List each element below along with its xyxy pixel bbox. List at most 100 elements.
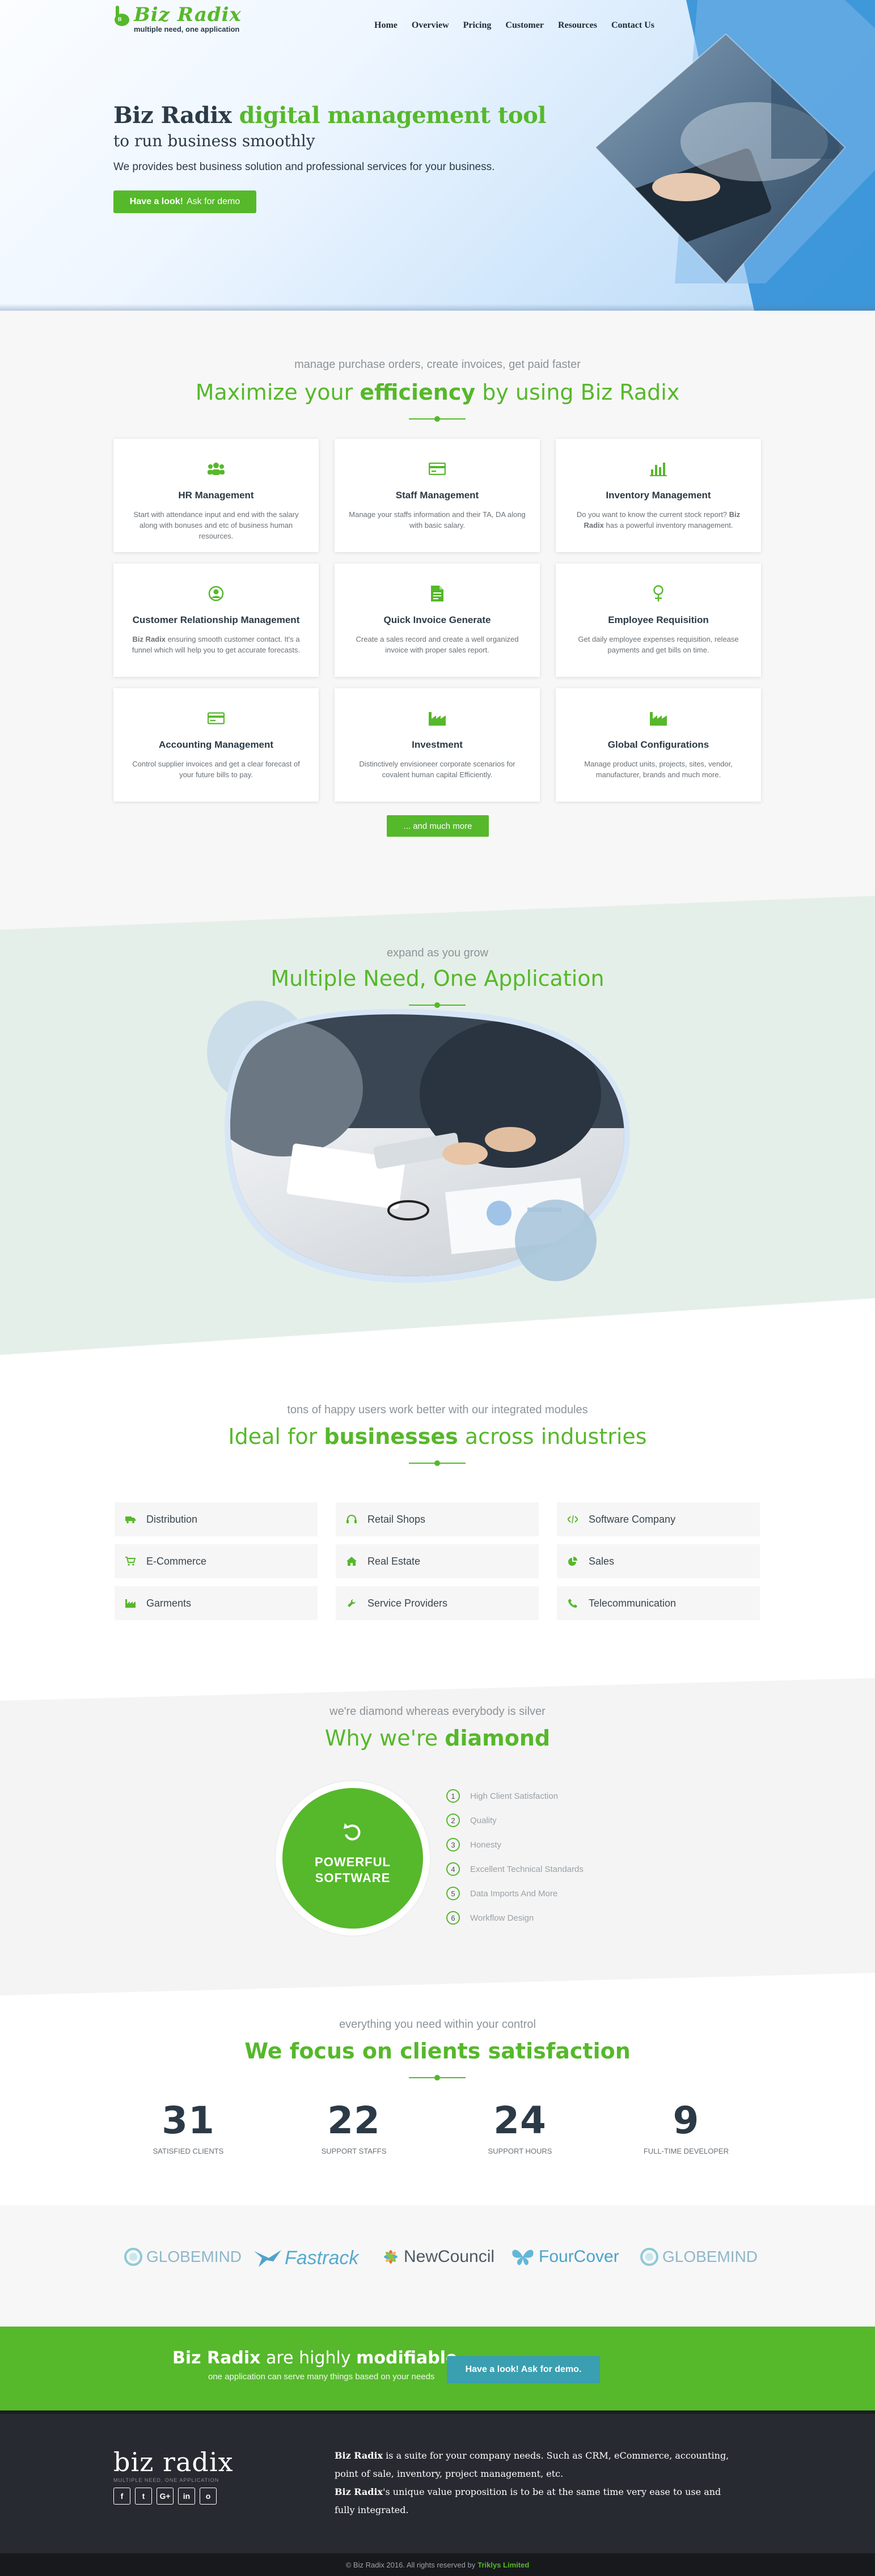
- feature-card-requisition[interactable]: Employee Requisition Get daily employee …: [556, 564, 761, 677]
- features-title: Maximize your efficiency by using Biz Ra…: [0, 380, 875, 405]
- partner-logo-fastrack[interactable]: Fastrack: [253, 2247, 358, 2269]
- footer-logo[interactable]: biz radix: [113, 2447, 234, 2477]
- industry-label: Distribution: [146, 1513, 198, 1525]
- feature-card-investment[interactable]: Investment Distinctively envisioneer cor…: [335, 688, 540, 802]
- industry-retail[interactable]: Retail Shops: [336, 1502, 539, 1536]
- industry-label: Real Estate: [367, 1555, 421, 1567]
- stat-support-hours: 24 SUPPORT HOURS: [435, 2099, 605, 2155]
- feature-card-title: Customer Relationship Management: [132, 615, 300, 625]
- card-icon: [429, 460, 446, 477]
- stat-support-staffs: 22 SUPPORT STAFFS: [269, 2099, 439, 2155]
- brand-tagline: multiple need, one application: [134, 25, 240, 33]
- list-label: Data Imports And More: [470, 1888, 558, 1899]
- footer-text-2: 's unique value proposition is to be at …: [335, 2486, 721, 2515]
- industry-software[interactable]: Software Company: [557, 1502, 760, 1536]
- list-label: Workflow Design: [470, 1913, 534, 1923]
- partner-logo-globemind[interactable]: GLOBEMIND: [124, 2247, 242, 2266]
- industry-icon: [429, 710, 446, 727]
- linkedin-icon[interactable]: in: [178, 2488, 195, 2505]
- user-circle-icon: [208, 585, 225, 602]
- industry-label: Software Company: [589, 1513, 676, 1525]
- cta-brand: Biz Radix: [172, 2348, 261, 2368]
- expand-subtitle: expand as you grow: [386, 947, 488, 959]
- nav-home[interactable]: Home: [374, 20, 398, 31]
- industry-label: E-Commerce: [146, 1555, 207, 1567]
- hero-title: Biz Radix digital management tool: [113, 102, 546, 129]
- badge-line2: SOFTWARE: [315, 1871, 391, 1885]
- feature-card-hr[interactable]: HR Management Start with attendance inpu…: [113, 439, 319, 552]
- industry-service-providers[interactable]: Service Providers: [336, 1586, 539, 1620]
- cta-headline: Biz Radix are highly modifiable: [172, 2348, 457, 2368]
- list-label: Honesty: [470, 1840, 502, 1850]
- industry-icon: [650, 710, 667, 727]
- industry-distribution[interactable]: Distribution: [115, 1502, 318, 1536]
- feature-card-accounting[interactable]: Accounting Management Control supplier i…: [113, 688, 319, 802]
- industries-title-c: across industries: [458, 1424, 647, 1449]
- section-divider: [409, 416, 466, 422]
- google-plus-icon[interactable]: G+: [157, 2488, 174, 2505]
- partner-name: GLOBEMIND: [662, 2248, 758, 2265]
- flower-icon: [384, 2250, 398, 2264]
- stat-fulltime-developer: 9 FULL-TIME DEVELOPER: [601, 2099, 771, 2155]
- industry-ecommerce[interactable]: E-Commerce: [115, 1544, 318, 1578]
- hero-title-plain: Biz Radix: [113, 102, 239, 129]
- feature-card-text: Create a sales record and create a well …: [356, 635, 519, 654]
- cta-highlight: modifiable: [356, 2348, 458, 2368]
- cart-icon: [115, 1557, 146, 1566]
- footer-logo-tagline: MULTIPLE NEED, ONE APPLICATION: [113, 2477, 219, 2483]
- list-label: High Client Satisfaction: [470, 1791, 559, 1801]
- facebook-icon[interactable]: f: [113, 2488, 130, 2505]
- features-title-c: by using Biz Radix: [475, 380, 680, 405]
- female-icon: [650, 585, 667, 602]
- feature-card-global-config[interactable]: Global Configurations Manage product uni…: [556, 688, 761, 802]
- stats-subtitle: everything you need within your control: [339, 2018, 536, 2031]
- feature-card-staff[interactable]: Staff Management Manage your staffs info…: [335, 439, 540, 552]
- bar-chart-icon: [650, 460, 667, 477]
- company-link[interactable]: Triklys Limited: [477, 2561, 529, 2569]
- nav-pricing[interactable]: Pricing: [463, 20, 492, 31]
- list-number: 2: [446, 1814, 460, 1827]
- feature-card-text: Manage your staffs information and their…: [349, 510, 526, 529]
- card-text-c: has a powerful inventory management.: [603, 521, 733, 529]
- feature-card-crm[interactable]: Customer Relationship Management Biz Rad…: [113, 564, 319, 677]
- industry-label: Garments: [146, 1597, 192, 1609]
- butterfly-icon: [512, 2249, 534, 2265]
- industry-telecom[interactable]: Telecommunication: [557, 1586, 760, 1620]
- instagram-icon[interactable]: o: [200, 2488, 217, 2505]
- features-title-b: efficiency: [360, 380, 476, 405]
- partner-name: GLOBEMIND: [146, 2248, 242, 2265]
- industry-garments[interactable]: Garments: [115, 1586, 318, 1620]
- nav-customer[interactable]: Customer: [505, 20, 544, 31]
- industries-subtitle: tons of happy users work better with our…: [287, 1404, 588, 1416]
- teamwork-illustration: [207, 1001, 630, 1283]
- nav-overview[interactable]: Overview: [412, 20, 449, 31]
- partner-logo-fourcover[interactable]: FourCover: [510, 2247, 619, 2266]
- and-much-more-button[interactable]: ... and much more: [387, 815, 489, 837]
- industry-real-estate[interactable]: Real Estate: [336, 1544, 539, 1578]
- hero-demo-button[interactable]: Have a look! Ask for demo: [113, 190, 256, 213]
- partner-logo-newcouncil[interactable]: NewCouncil: [381, 2247, 494, 2266]
- logo-icon: B: [113, 5, 130, 27]
- twitter-icon[interactable]: t: [135, 2488, 152, 2505]
- hero-subtitle: to run business smoothly: [113, 132, 315, 150]
- phone-icon: [557, 1599, 589, 1608]
- stat-value: 24: [493, 2099, 547, 2142]
- globe-icon: [124, 2248, 142, 2266]
- stat-label: SUPPORT STAFFS: [321, 2147, 387, 2155]
- wrench-icon: [336, 1599, 367, 1608]
- industry-icon: [115, 1599, 146, 1608]
- brand-logo[interactable]: B Biz Radix multiple need, one applicati…: [113, 5, 242, 33]
- industry-label: Sales: [589, 1555, 615, 1567]
- industry-sales[interactable]: Sales: [557, 1544, 760, 1578]
- feature-card-inventory[interactable]: Inventory Management Do you want to know…: [556, 439, 761, 552]
- section-divider: [409, 2075, 466, 2081]
- stats-title: We focus on clients satisfaction: [244, 2039, 631, 2064]
- feature-card-invoice[interactable]: Quick Invoice Generate Create a sales re…: [335, 564, 540, 677]
- cta-demo-button[interactable]: Have a look! Ask for demo.: [447, 2356, 600, 2383]
- list-label: Excellent Technical Standards: [470, 1864, 584, 1874]
- feature-card-title: Global Configurations: [607, 739, 709, 750]
- partner-logo-globemind-2[interactable]: GLOBEMIND: [640, 2247, 758, 2266]
- hero-description: We provides best business solution and p…: [113, 161, 495, 173]
- hero-section: B Biz Radix multiple need, one applicati…: [0, 0, 875, 311]
- social-links: f t G+ in o: [113, 2488, 217, 2505]
